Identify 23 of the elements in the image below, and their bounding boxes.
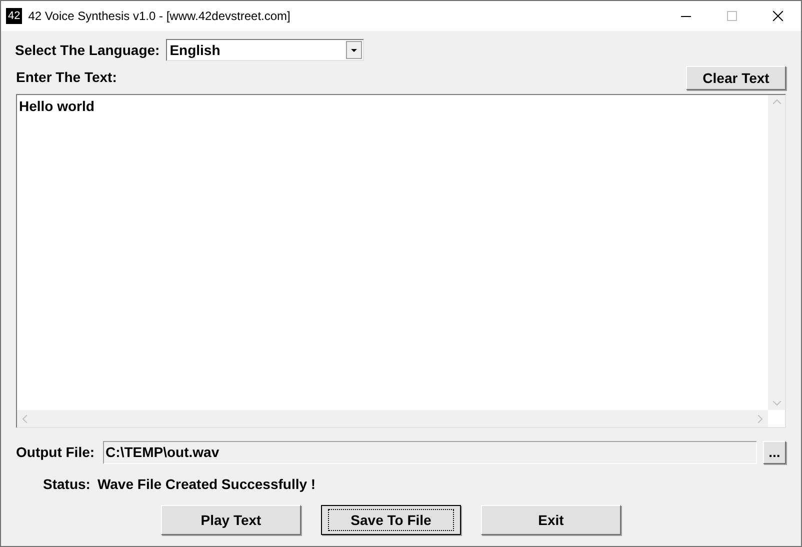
horizontal-scrollbar[interactable]	[17, 410, 768, 427]
text-label: Enter The Text:	[16, 68, 117, 87]
language-dropdown[interactable]: English	[166, 39, 364, 61]
output-file-field[interactable]: C:\TEMP\out.wav	[102, 440, 757, 464]
vertical-scrollbar[interactable]	[768, 95, 785, 410]
text-area[interactable]: Hello world	[16, 94, 786, 428]
clear-text-button[interactable]: Clear Text	[686, 66, 786, 90]
browse-button[interactable]: ...	[763, 440, 786, 464]
scroll-up-icon	[772, 99, 780, 104]
window-title: 42 Voice Synthesis v1.0 - [www.42devstreet.com]	[28, 8, 290, 25]
status-label: Status:	[43, 474, 90, 494]
action-button[interactable]: Save To File	[321, 505, 461, 535]
scroll-left-icon	[22, 414, 27, 422]
action-button[interactable]: Play Text	[161, 505, 301, 535]
status-message: Wave File Created Successfully !	[97, 474, 316, 494]
close-icon	[773, 11, 783, 21]
scroll-down-icon	[772, 401, 780, 406]
app-icon: 42	[6, 8, 22, 24]
output-file-label: Output File:	[16, 442, 95, 462]
action-button[interactable]: Exit	[481, 505, 621, 535]
scroll-right-icon	[758, 414, 763, 422]
language-label: Select The Language:	[15, 40, 160, 60]
maximize-icon	[727, 11, 737, 21]
